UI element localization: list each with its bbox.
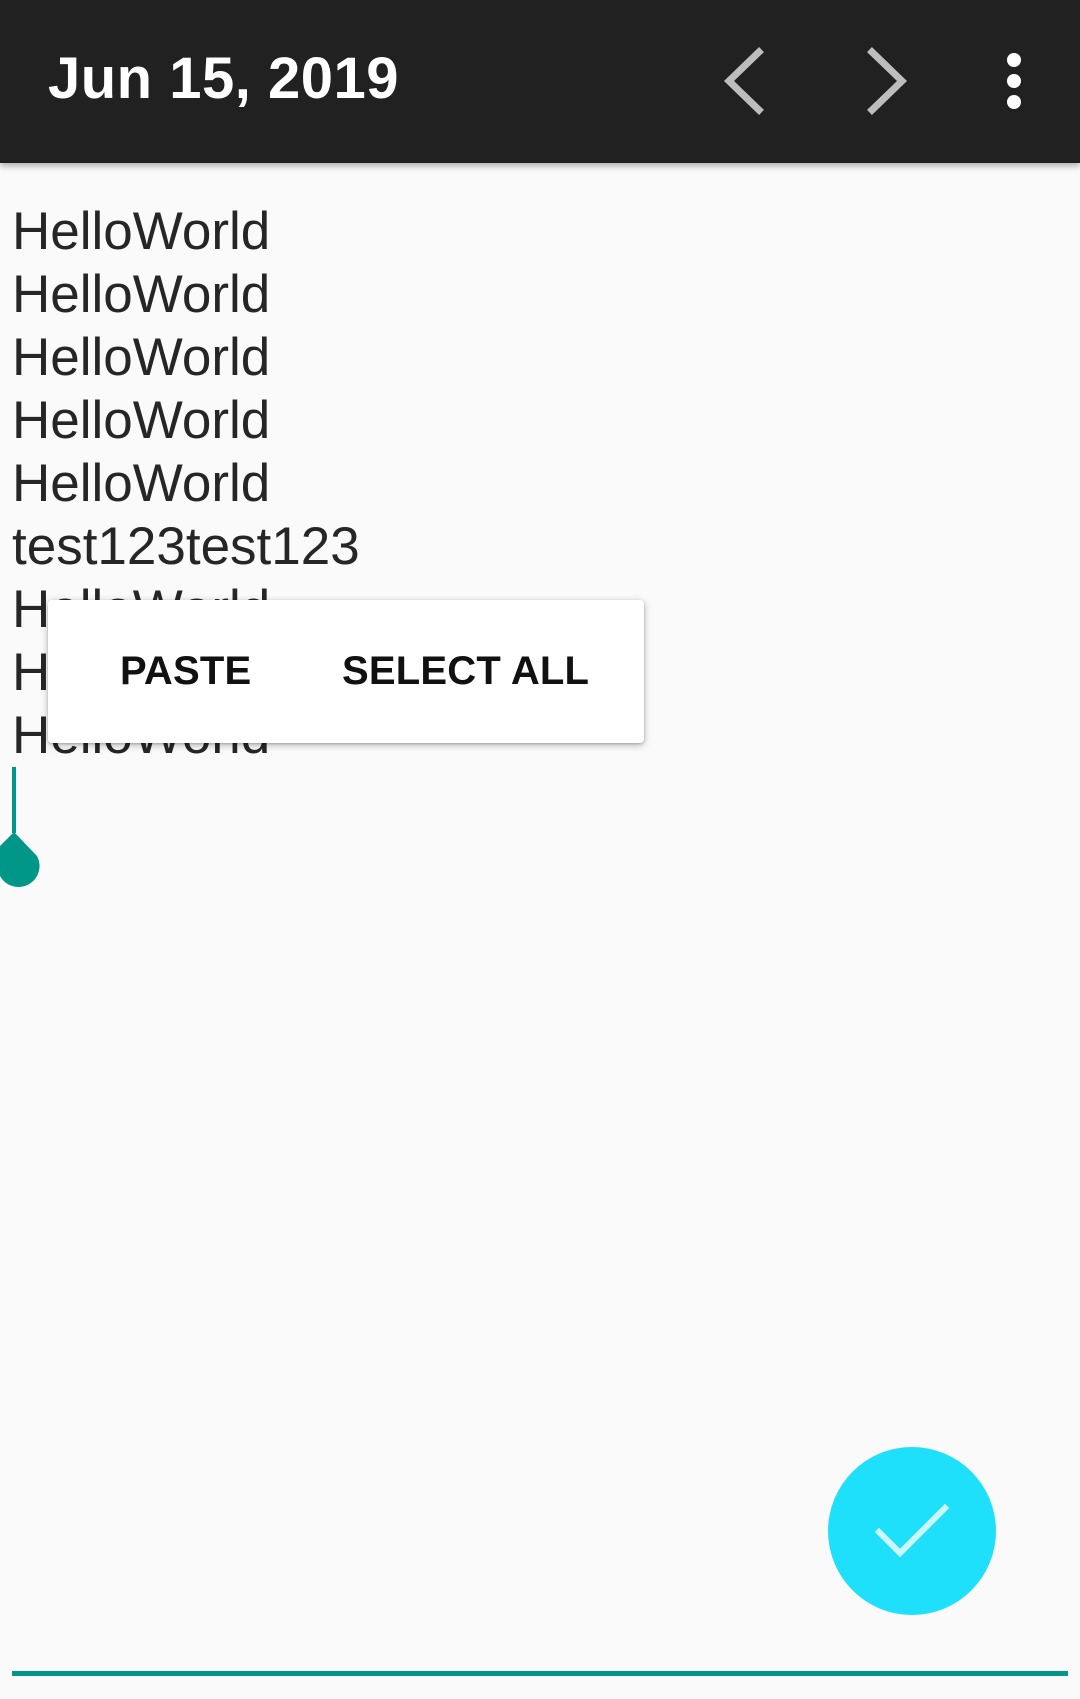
check-icon (874, 1503, 950, 1558)
more-options-button[interactable] (969, 36, 1059, 126)
cursor-handle[interactable] (0, 832, 43, 904)
text-line: HelloWorld (12, 391, 271, 450)
paste-button[interactable]: PASTE (120, 600, 251, 743)
app-bar: Jun 15, 2019 (0, 0, 1080, 163)
text-line: HelloWorld (12, 328, 271, 387)
more-vert-icon (1007, 53, 1021, 109)
text-context-menu: PASTE SELECT ALL (48, 600, 644, 743)
date-title: Jun 15, 2019 (48, 46, 399, 111)
select-all-button[interactable]: SELECT ALL (342, 600, 589, 743)
text-line: HelloWorld (12, 454, 271, 513)
text-line: test123test123 (12, 517, 360, 576)
previous-day-button[interactable] (699, 36, 789, 126)
text-cursor (12, 767, 16, 833)
chevron-left-icon (723, 47, 764, 115)
text-line: HelloWorld (12, 265, 271, 324)
editor-underline (12, 1671, 1068, 1676)
save-fab-button[interactable] (828, 1447, 996, 1615)
chevron-right-icon (867, 47, 908, 115)
next-day-button[interactable] (842, 36, 932, 126)
text-line: HelloWorld (12, 202, 271, 261)
